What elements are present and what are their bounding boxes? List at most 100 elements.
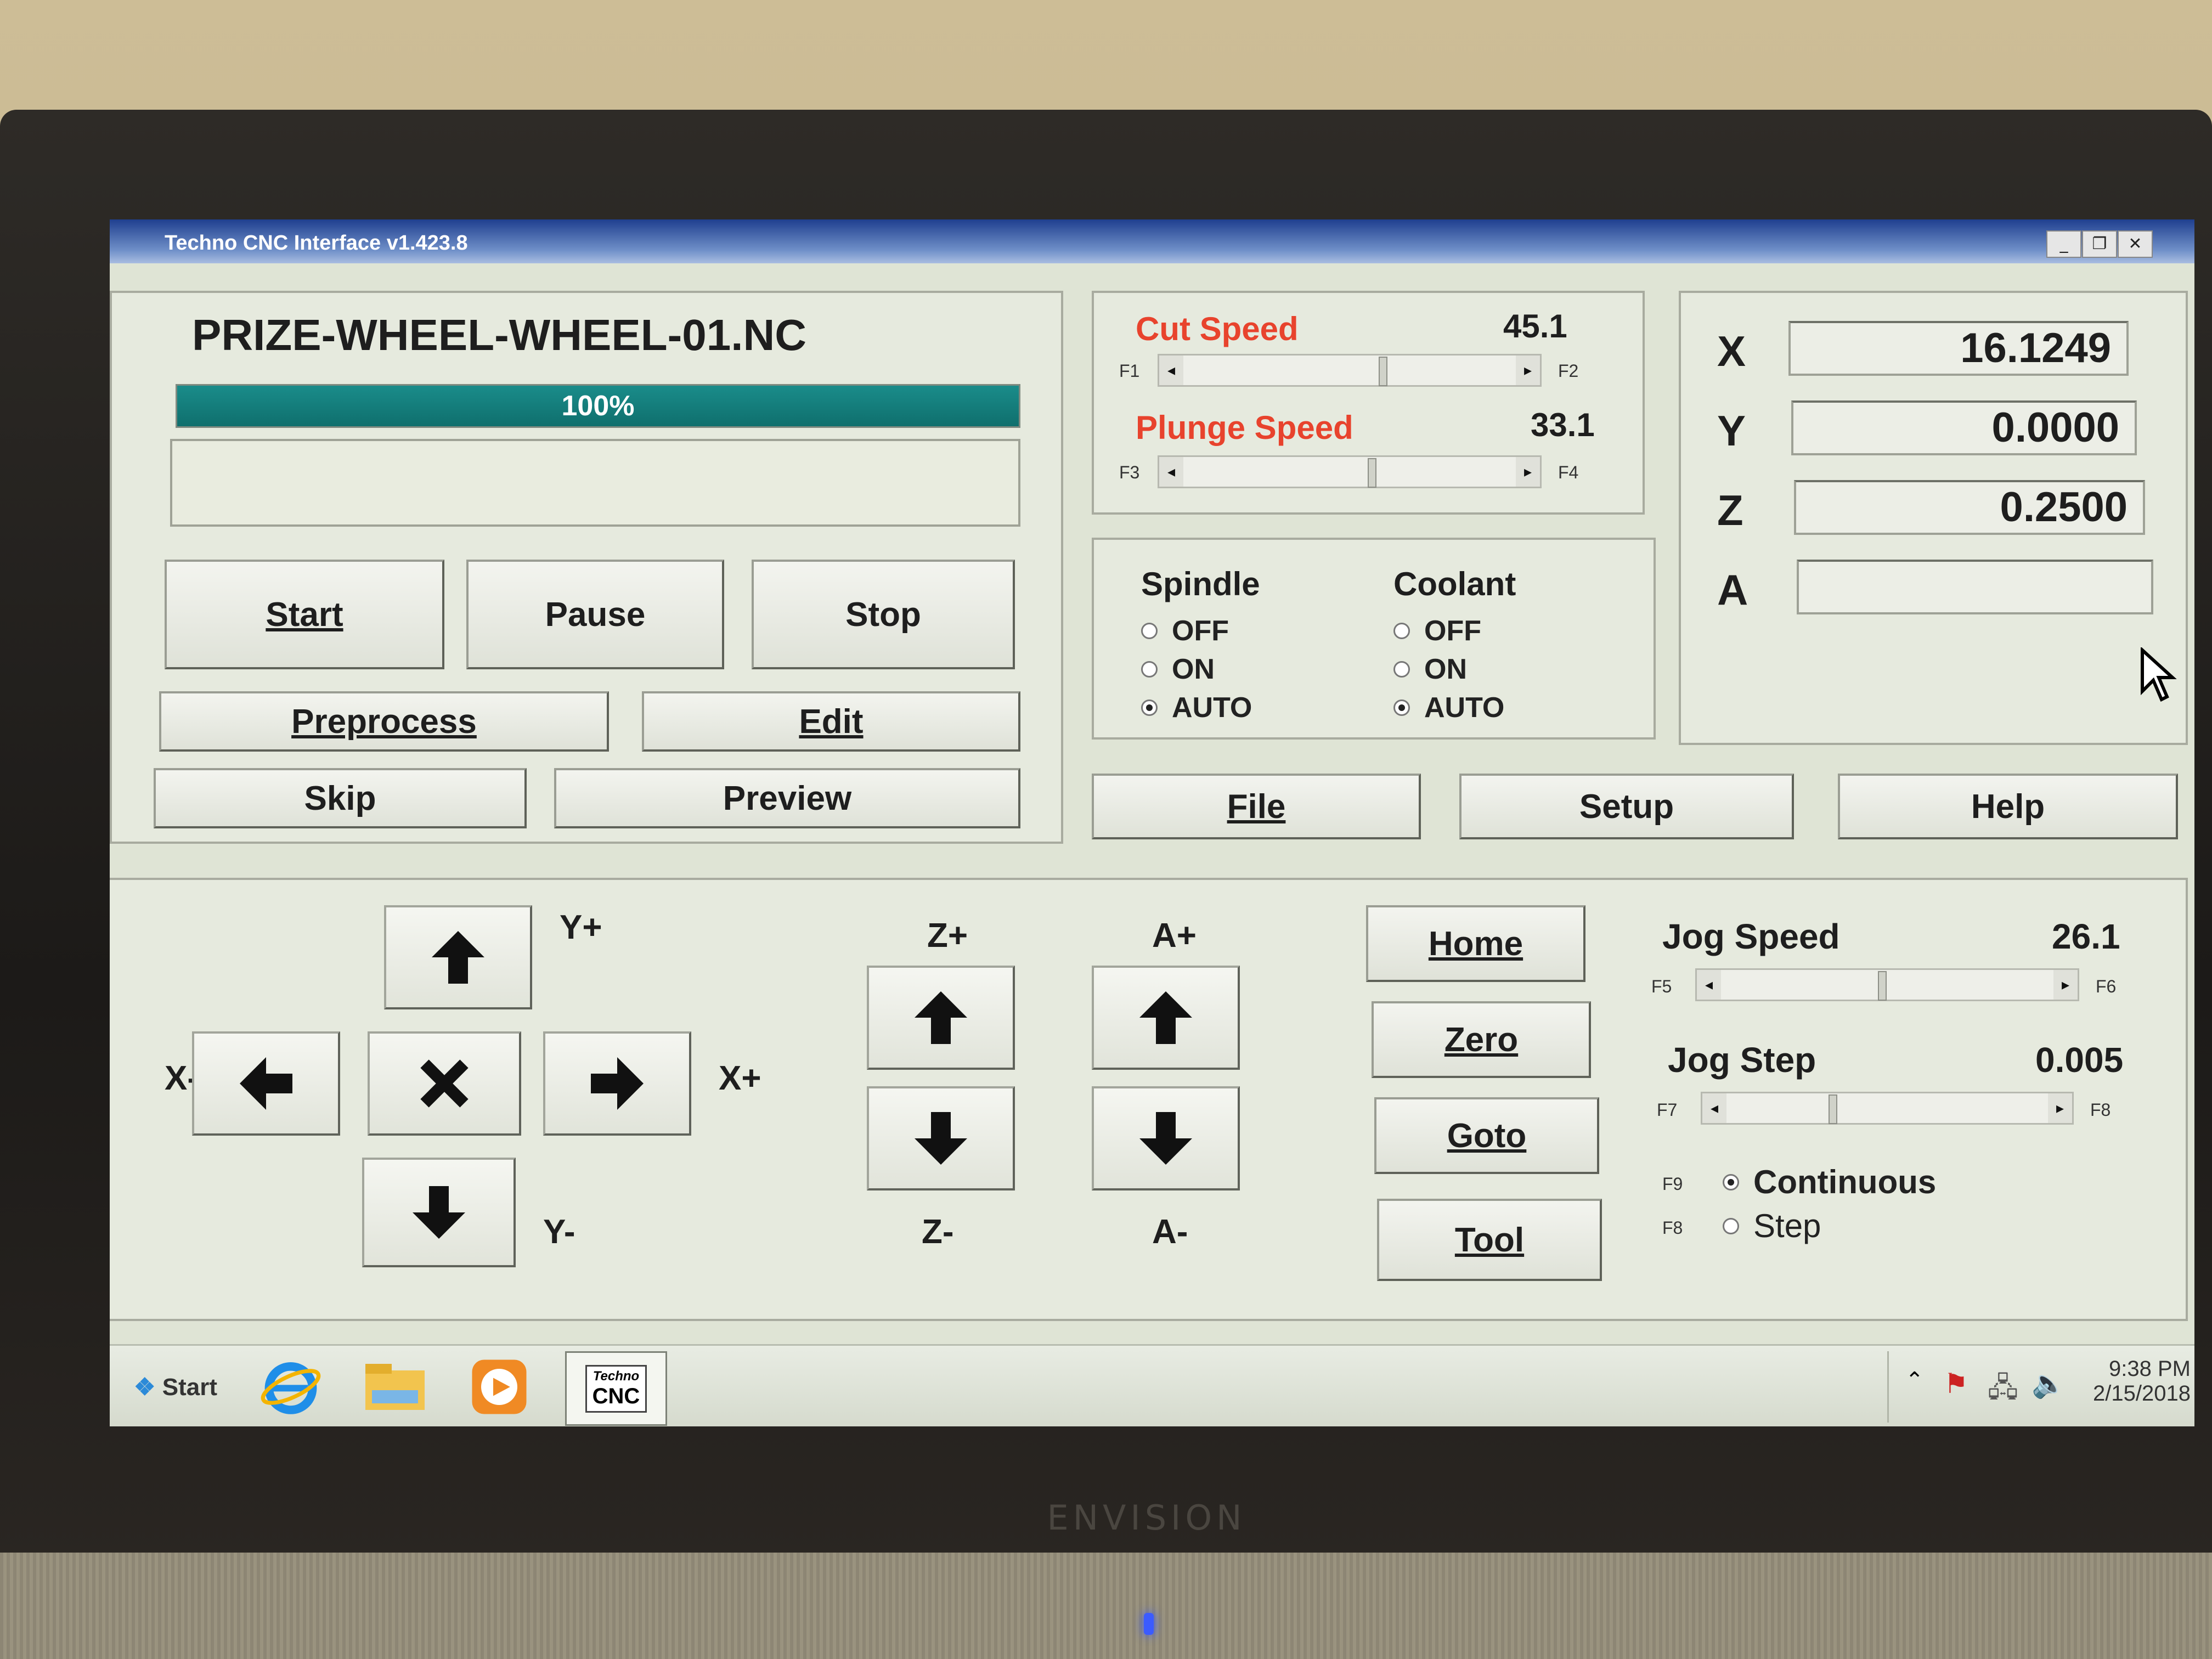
restore-button[interactable]: ❐ xyxy=(2082,230,2117,258)
progress-label: 100% xyxy=(561,390,635,422)
stop-button[interactable]: Stop xyxy=(752,560,1015,669)
arrow-right-icon[interactable]: ▸ xyxy=(1516,356,1540,385)
preview-button-label: Preview xyxy=(723,779,852,817)
radio-label: OFF xyxy=(1424,615,1481,647)
start-button[interactable]: Start xyxy=(165,560,444,669)
clock-time: 9:38 PM xyxy=(2109,1357,2191,1381)
slider-thumb[interactable] xyxy=(1379,357,1387,386)
cut-speed-label: Cut Speed xyxy=(1136,311,1299,347)
network-icon[interactable]: 🖧 xyxy=(1988,1368,2018,1414)
a-plus-label: A+ xyxy=(1152,917,1197,955)
pause-button-label: Pause xyxy=(545,595,646,634)
spindle-label: Spindle xyxy=(1141,566,1260,602)
stop-jog-button[interactable] xyxy=(368,1031,521,1136)
jog-speed-value: 26.1 xyxy=(2052,917,2120,956)
radio-dot xyxy=(1393,699,1410,716)
x-minus-button[interactable] xyxy=(192,1031,340,1136)
spindle-auto-radio[interactable]: AUTO xyxy=(1141,691,1252,724)
coolant-off-radio[interactable]: OFF xyxy=(1393,614,1481,647)
zero-button[interactable]: Zero xyxy=(1372,1001,1591,1078)
window-title: Techno CNC Interface v1.423.8 xyxy=(165,232,468,255)
x-plus-button[interactable] xyxy=(543,1031,691,1136)
slider-thumb[interactable] xyxy=(1829,1094,1837,1124)
internet-explorer-icon[interactable] xyxy=(247,1351,335,1423)
plunge-speed-label: Plunge Speed xyxy=(1136,409,1353,446)
arrow-right-icon[interactable]: ▸ xyxy=(2053,970,2078,1000)
radio-dot xyxy=(1393,661,1410,678)
jog-step-radio[interactable]: Step xyxy=(1723,1207,1821,1245)
close-button[interactable]: ✕ xyxy=(2118,230,2153,258)
a-minus-button[interactable] xyxy=(1092,1086,1240,1190)
radio-label: ON xyxy=(1172,653,1215,685)
zero-button-label: Zero xyxy=(1444,1020,1519,1059)
x-coordinate-readout: 16.1249 xyxy=(1788,321,2129,376)
preview-button[interactable]: Preview xyxy=(554,768,1020,828)
preprocess-button[interactable]: Preprocess xyxy=(159,691,609,752)
folder-icon[interactable] xyxy=(351,1351,439,1423)
y-minus-button[interactable] xyxy=(362,1158,516,1267)
help-menu-button[interactable]: Help xyxy=(1838,774,2178,839)
action-center-flag-icon[interactable]: ⚑ xyxy=(1944,1368,1968,1400)
radio-label: OFF xyxy=(1172,615,1229,647)
goto-button[interactable]: Goto xyxy=(1374,1097,1599,1174)
tool-button[interactable]: Tool xyxy=(1377,1199,1602,1281)
jog-step-slider[interactable]: ◂ ▸ xyxy=(1701,1092,2074,1125)
y-plus-button[interactable] xyxy=(384,905,532,1009)
x-plus-label: X+ xyxy=(719,1059,761,1097)
coolant-auto-radio[interactable]: AUTO xyxy=(1393,691,1504,724)
arrow-left-icon[interactable]: ◂ xyxy=(1702,1093,1726,1123)
start-label: Start xyxy=(162,1373,217,1401)
tool-button-label: Tool xyxy=(1454,1221,1525,1259)
radio-dot xyxy=(1723,1217,1739,1234)
z-coordinate-readout: 0.2500 xyxy=(1794,480,2145,535)
preprocess-button-label: Preprocess xyxy=(291,702,477,741)
edit-button[interactable]: Edit xyxy=(642,691,1020,752)
clock-date: 2/15/2018 xyxy=(2093,1381,2191,1406)
plunge-speed-slider[interactable]: ◂ ▸ xyxy=(1158,455,1542,488)
z-plus-label: Z+ xyxy=(927,917,968,955)
y-coordinate-readout: 0.0000 xyxy=(1791,400,2137,455)
cut-speed-key-right: F2 xyxy=(1558,361,1579,381)
arrow-left-icon[interactable]: ◂ xyxy=(1159,356,1183,385)
z-minus-button[interactable] xyxy=(867,1086,1015,1190)
setup-menu-button[interactable]: Setup xyxy=(1459,774,1794,839)
arrow-down-icon xyxy=(915,1112,967,1165)
pause-button[interactable]: Pause xyxy=(466,560,724,669)
spindle-off-radio[interactable]: OFF xyxy=(1141,614,1229,647)
status-box xyxy=(170,439,1020,527)
file-name: PRIZE-WHEEL-WHEEL-01.NC xyxy=(192,311,806,359)
arrow-right-icon[interactable]: ▸ xyxy=(1516,457,1540,487)
jog-speed-slider[interactable]: ◂ ▸ xyxy=(1695,968,2079,1001)
clock[interactable]: 9:38 PM 2/15/2018 xyxy=(2081,1357,2191,1406)
show-hidden-icons-icon[interactable]: ⌃ xyxy=(1905,1368,1924,1393)
slider-thumb[interactable] xyxy=(1878,971,1887,1001)
arrow-left-icon[interactable]: ◂ xyxy=(1159,457,1183,487)
z-plus-button[interactable] xyxy=(867,966,1015,1070)
y-minus-label: Y- xyxy=(543,1213,575,1251)
minimize-button[interactable]: _ xyxy=(2046,230,2081,258)
file-menu-button[interactable]: File xyxy=(1092,774,1421,839)
skip-button[interactable]: Skip xyxy=(154,768,527,828)
help-button-label: Help xyxy=(1971,787,2045,826)
volume-icon[interactable]: 🔈 xyxy=(2032,1368,2066,1400)
a-plus-button[interactable] xyxy=(1092,966,1240,1070)
start-button-label: Start xyxy=(266,595,343,634)
techno-cnc-taskbar-item[interactable]: Techno CNC xyxy=(565,1351,667,1426)
cut-speed-key-left: F1 xyxy=(1119,361,1140,381)
file-button-label: File xyxy=(1227,787,1286,826)
arrow-left-icon[interactable]: ◂ xyxy=(1697,970,1721,1000)
home-button[interactable]: Home xyxy=(1366,905,1585,982)
home-button-label: Home xyxy=(1428,924,1523,963)
arrow-right-icon[interactable]: ▸ xyxy=(2048,1093,2072,1123)
a-coordinate-readout xyxy=(1797,560,2153,614)
start-button-taskbar[interactable]: ❖ Start xyxy=(121,1351,230,1423)
coolant-on-radio[interactable]: ON xyxy=(1393,653,1467,686)
cut-speed-slider[interactable]: ◂ ▸ xyxy=(1158,354,1542,387)
jog-continuous-radio[interactable]: Continuous xyxy=(1723,1163,1936,1201)
media-player-icon[interactable] xyxy=(455,1351,543,1423)
arrow-down-icon xyxy=(413,1186,465,1239)
slider-thumb[interactable] xyxy=(1368,458,1376,488)
spindle-on-radio[interactable]: ON xyxy=(1141,653,1215,686)
jog-step-label: Jog Step xyxy=(1668,1040,1816,1080)
cut-speed-value: 45.1 xyxy=(1503,308,1567,345)
